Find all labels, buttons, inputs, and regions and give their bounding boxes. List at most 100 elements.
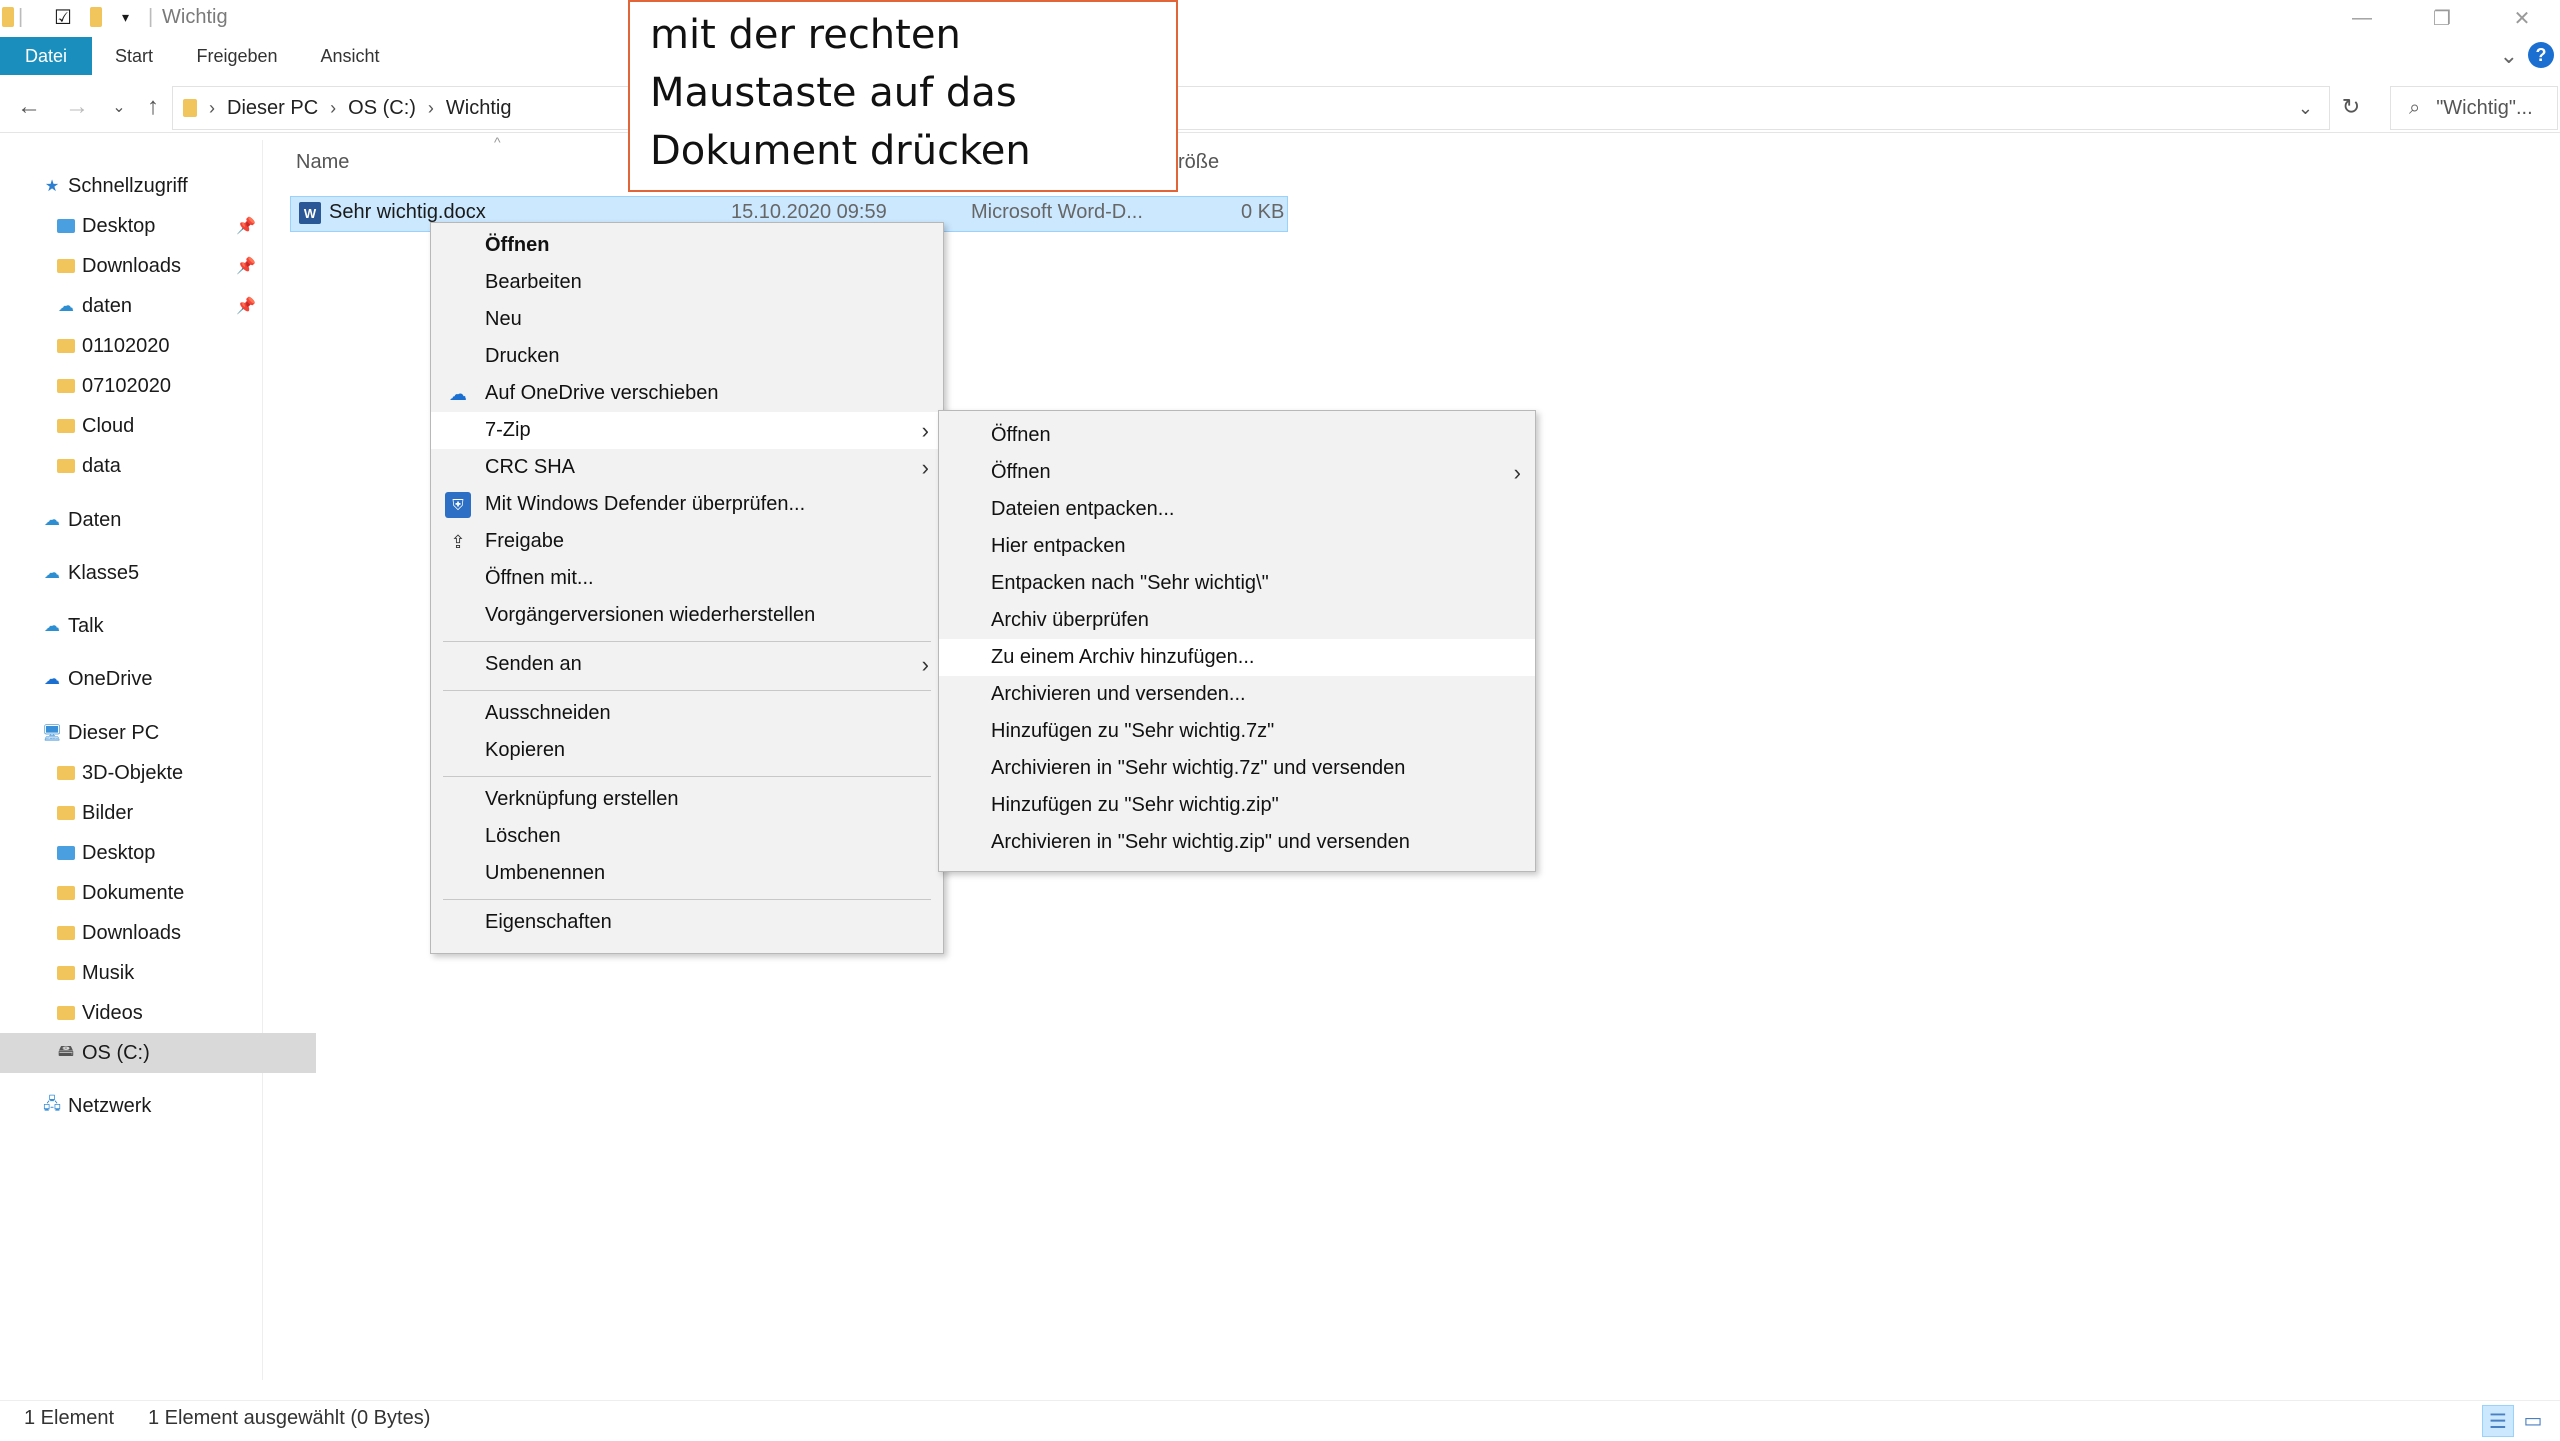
tab-datei[interactable]: Datei	[0, 37, 92, 75]
tab-ansicht[interactable]: Ansicht	[310, 37, 390, 75]
recent-locations-icon[interactable]: ⌄	[104, 90, 134, 124]
separator-icon: |	[148, 5, 154, 28]
zip-item-hinzufuegen-7z[interactable]: Hinzufügen zu "Sehr wichtig.7z"	[939, 713, 1535, 750]
nav-item-schnellzugriff[interactable]: ★ Schnellzugriff	[0, 166, 302, 206]
nav-item-downloads[interactable]: Downloads 📌	[0, 246, 316, 286]
menu-item-eigenschaften[interactable]: Eigenschaften	[431, 904, 943, 941]
nav-item-data[interactable]: data	[0, 446, 316, 486]
breadcrumb-dieser-pc[interactable]: Dieser PC	[227, 97, 318, 120]
nav-item-07102020[interactable]: 07102020	[0, 366, 316, 406]
menu-item-oeffnen[interactable]: Öffnen	[431, 227, 943, 264]
up-arrow-icon[interactable]: ↑	[138, 90, 168, 124]
zip-item-hinzufuegen-zip[interactable]: Hinzufügen zu "Sehr wichtig.zip"	[939, 787, 1535, 824]
nav-item-3d-objekte[interactable]: 3D-Objekte	[0, 753, 316, 793]
chevron-right-icon: ›	[209, 97, 215, 118]
nav-item-klasse5[interactable]: ☁ Klasse5	[0, 553, 302, 593]
folder-icon	[56, 883, 76, 903]
menu-item-kopieren[interactable]: Kopieren	[431, 732, 943, 769]
column-header-name[interactable]: Name	[296, 140, 349, 184]
menu-item-freigabe[interactable]: ⇪ Freigabe	[431, 523, 943, 560]
menu-item-7zip[interactable]: 7-Zip ›	[431, 412, 943, 449]
zip-item-zu-archiv-hinzufuegen[interactable]: Zu einem Archiv hinzufügen...	[939, 639, 1535, 676]
address-bar[interactable]: › Dieser PC › OS (C:) › Wichtig ⌄	[172, 86, 2330, 130]
properties-icon[interactable]: ☑	[54, 4, 72, 30]
customize-toolbar-icon[interactable]: ▾	[122, 4, 129, 30]
tab-start[interactable]: Start	[104, 37, 164, 75]
address-dropdown-icon[interactable]: ⌄	[2298, 98, 2313, 119]
drive-icon: 🖴	[57, 1042, 75, 1060]
pin-icon[interactable]: 📌	[236, 296, 256, 316]
synced-folder-icon	[56, 376, 76, 396]
zip-item-hier-entpacken[interactable]: Hier entpacken	[939, 528, 1535, 565]
menu-item-ausschneiden[interactable]: Ausschneiden	[431, 695, 943, 732]
menu-item-onedrive[interactable]: ☁ Auf OneDrive verschieben	[431, 375, 943, 412]
nav-item-cloud[interactable]: Cloud	[0, 406, 316, 446]
zip-item-archiv-pruefen[interactable]: Archiv überprüfen	[939, 602, 1535, 639]
nav-item-daten[interactable]: ☁ daten 📌	[0, 286, 316, 326]
zip-item-archivieren-versenden[interactable]: Archivieren und versenden...	[939, 676, 1535, 713]
nav-item-musik[interactable]: Musik	[0, 953, 316, 993]
separator-icon: |	[18, 5, 24, 28]
sort-ascending-icon: ^	[494, 134, 501, 150]
nav-item-desktop-pc[interactable]: Desktop	[0, 833, 316, 873]
column-header-size[interactable]: röße	[1178, 140, 1219, 184]
menu-item-senden-an[interactable]: Senden an ›	[431, 646, 943, 683]
nav-item-videos[interactable]: Videos	[0, 993, 316, 1033]
file-size: 0 KB	[1241, 201, 1285, 223]
minimize-button[interactable]: —	[2324, 0, 2400, 36]
zip-item-archivieren-7z-versenden[interactable]: Archivieren in "Sehr wichtig.7z" und ver…	[939, 750, 1535, 787]
nav-item-onedrive[interactable]: ☁ OneDrive	[0, 659, 302, 699]
share-icon: ⇪	[450, 531, 466, 552]
nav-item-bilder[interactable]: Bilder	[0, 793, 316, 833]
ribbon-collapse-icon[interactable]: ⌄	[2500, 43, 2518, 69]
star-icon: ★	[44, 178, 60, 195]
help-icon[interactable]: ?	[2528, 42, 2554, 68]
zip-item-dateien-entpacken[interactable]: Dateien entpacken...	[939, 491, 1535, 528]
zip-item-oeffnen[interactable]: Öffnen	[939, 417, 1535, 454]
menu-item-bearbeiten[interactable]: Bearbeiten	[431, 264, 943, 301]
nav-item-downloads-pc[interactable]: Downloads	[0, 913, 316, 953]
details-view-icon[interactable]: ☰	[2482, 1405, 2514, 1437]
nav-item-desktop[interactable]: Desktop 📌	[0, 206, 316, 246]
folder-icon	[183, 99, 197, 117]
zip-item-oeffnen-sub[interactable]: Öffnen ›	[939, 454, 1535, 491]
menu-item-loeschen[interactable]: Löschen	[431, 818, 943, 855]
large-icons-view-icon[interactable]: ▭	[2518, 1405, 2548, 1435]
nextcloud-icon: ☁	[44, 618, 60, 635]
menu-item-umbenennen[interactable]: Umbenennen	[431, 855, 943, 892]
nav-item-dokumente[interactable]: Dokumente	[0, 873, 316, 913]
video-folder-icon	[56, 1003, 76, 1023]
menu-item-oeffnen-mit[interactable]: Öffnen mit...	[431, 560, 943, 597]
nav-item-netzwerk[interactable]: 🖧 Netzwerk	[0, 1086, 302, 1126]
zip-item-archivieren-zip-versenden[interactable]: Archivieren in "Sehr wichtig.zip" und ve…	[939, 824, 1535, 861]
back-arrow-icon[interactable]: ←	[14, 90, 44, 124]
pin-icon[interactable]: 📌	[236, 216, 256, 236]
tab-freigeben[interactable]: Freigeben	[188, 37, 286, 75]
downloads-folder-icon	[56, 256, 76, 276]
breadcrumb-wichtig[interactable]: Wichtig	[446, 97, 512, 120]
chevron-right-icon: ›	[921, 651, 929, 677]
restore-button[interactable]: ❐	[2404, 0, 2480, 36]
menu-item-crc-sha[interactable]: CRC SHA ›	[431, 449, 943, 486]
new-folder-icon[interactable]	[90, 4, 102, 30]
close-button[interactable]: ✕	[2484, 0, 2560, 36]
nav-item-dieser-pc[interactable]: 🖥 Dieser PC	[0, 713, 302, 753]
menu-separator	[443, 690, 931, 691]
computer-icon: 🖥	[41, 725, 63, 742]
menu-item-drucken[interactable]: Drucken	[431, 338, 943, 375]
pin-icon[interactable]: 📌	[236, 256, 256, 276]
chevron-right-icon: ›	[921, 417, 929, 443]
menu-item-verknuepfung[interactable]: Verknüpfung erstellen	[431, 781, 943, 818]
nav-item-os-c[interactable]: 🖴 OS (C:)	[0, 1033, 316, 1073]
zip-item-entpacken-nach[interactable]: Entpacken nach "Sehr wichtig\"	[939, 565, 1535, 602]
menu-item-defender[interactable]: ⛨ Mit Windows Defender überprüfen...	[431, 486, 943, 523]
menu-item-vorgaengerversionen[interactable]: Vorgängerversionen wiederherstellen	[431, 597, 943, 634]
forward-arrow-icon[interactable]: →	[62, 90, 92, 124]
nav-item-daten-cloud[interactable]: ☁ Daten	[0, 500, 302, 540]
search-input[interactable]: ⌕ "Wichtig"...	[2390, 86, 2558, 130]
nav-item-talk[interactable]: ☁ Talk	[0, 606, 302, 646]
menu-item-neu[interactable]: Neu	[431, 301, 943, 338]
nav-item-01102020[interactable]: 01102020	[0, 326, 316, 366]
breadcrumb-os-c[interactable]: OS (C:)	[348, 97, 416, 120]
refresh-icon[interactable]: ↻	[2336, 90, 2366, 124]
